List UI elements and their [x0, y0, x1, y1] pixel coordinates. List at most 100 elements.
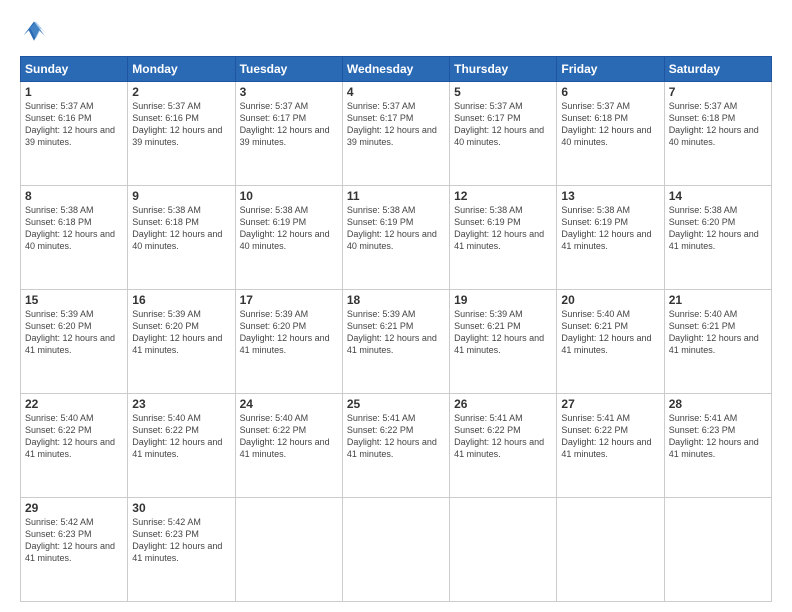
weekday-header-thursday: Thursday	[450, 57, 557, 82]
sunset-label: Sunset: 6:21 PM	[347, 321, 414, 331]
day-info: Sunrise: 5:42 AM Sunset: 6:23 PM Dayligh…	[132, 516, 230, 565]
day-cell: 27 Sunrise: 5:41 AM Sunset: 6:22 PM Dayl…	[557, 394, 664, 498]
day-cell: 9 Sunrise: 5:38 AM Sunset: 6:18 PM Dayli…	[128, 186, 235, 290]
calendar-week-row: 15 Sunrise: 5:39 AM Sunset: 6:20 PM Dayl…	[21, 290, 772, 394]
day-cell: 13 Sunrise: 5:38 AM Sunset: 6:19 PM Dayl…	[557, 186, 664, 290]
sunset-label: Sunset: 6:19 PM	[561, 217, 628, 227]
day-cell: 16 Sunrise: 5:39 AM Sunset: 6:20 PM Dayl…	[128, 290, 235, 394]
sunset-label: Sunset: 6:19 PM	[454, 217, 521, 227]
day-number: 21	[669, 293, 767, 307]
empty-cell	[557, 498, 664, 602]
sunrise-label: Sunrise: 5:37 AM	[132, 101, 201, 111]
daylight-label: Daylight: 12 hours and 41 minutes.	[669, 229, 759, 251]
daylight-label: Daylight: 12 hours and 41 minutes.	[240, 437, 330, 459]
day-info: Sunrise: 5:39 AM Sunset: 6:20 PM Dayligh…	[25, 308, 123, 357]
day-info: Sunrise: 5:38 AM Sunset: 6:20 PM Dayligh…	[669, 204, 767, 253]
weekday-header-tuesday: Tuesday	[235, 57, 342, 82]
sunset-label: Sunset: 6:21 PM	[561, 321, 628, 331]
day-info: Sunrise: 5:37 AM Sunset: 6:18 PM Dayligh…	[669, 100, 767, 149]
sunrise-label: Sunrise: 5:42 AM	[132, 517, 201, 527]
day-number: 17	[240, 293, 338, 307]
day-number: 25	[347, 397, 445, 411]
day-number: 16	[132, 293, 230, 307]
empty-cell	[450, 498, 557, 602]
daylight-label: Daylight: 12 hours and 40 minutes.	[240, 229, 330, 251]
sunset-label: Sunset: 6:23 PM	[25, 529, 92, 539]
daylight-label: Daylight: 12 hours and 41 minutes.	[347, 333, 437, 355]
day-number: 22	[25, 397, 123, 411]
daylight-label: Daylight: 12 hours and 41 minutes.	[132, 541, 222, 563]
sunset-label: Sunset: 6:22 PM	[561, 425, 628, 435]
sunrise-label: Sunrise: 5:39 AM	[347, 309, 416, 319]
sunrise-label: Sunrise: 5:39 AM	[25, 309, 94, 319]
day-info: Sunrise: 5:39 AM Sunset: 6:21 PM Dayligh…	[347, 308, 445, 357]
calendar: SundayMondayTuesdayWednesdayThursdayFrid…	[20, 56, 772, 602]
day-cell: 19 Sunrise: 5:39 AM Sunset: 6:21 PM Dayl…	[450, 290, 557, 394]
day-cell: 11 Sunrise: 5:38 AM Sunset: 6:19 PM Dayl…	[342, 186, 449, 290]
sunset-label: Sunset: 6:17 PM	[240, 113, 307, 123]
day-cell: 4 Sunrise: 5:37 AM Sunset: 6:17 PM Dayli…	[342, 82, 449, 186]
day-info: Sunrise: 5:40 AM Sunset: 6:22 PM Dayligh…	[240, 412, 338, 461]
day-info: Sunrise: 5:41 AM Sunset: 6:22 PM Dayligh…	[347, 412, 445, 461]
daylight-label: Daylight: 12 hours and 41 minutes.	[669, 333, 759, 355]
sunset-label: Sunset: 6:19 PM	[347, 217, 414, 227]
weekday-header-monday: Monday	[128, 57, 235, 82]
day-number: 3	[240, 85, 338, 99]
sunrise-label: Sunrise: 5:38 AM	[454, 205, 523, 215]
daylight-label: Daylight: 12 hours and 41 minutes.	[132, 437, 222, 459]
empty-cell	[664, 498, 771, 602]
weekday-header-row: SundayMondayTuesdayWednesdayThursdayFrid…	[21, 57, 772, 82]
logo	[20, 18, 52, 46]
day-cell: 26 Sunrise: 5:41 AM Sunset: 6:22 PM Dayl…	[450, 394, 557, 498]
sunset-label: Sunset: 6:19 PM	[240, 217, 307, 227]
sunset-label: Sunset: 6:20 PM	[669, 217, 736, 227]
day-number: 11	[347, 189, 445, 203]
calendar-body: 1 Sunrise: 5:37 AM Sunset: 6:16 PM Dayli…	[21, 82, 772, 602]
day-cell: 5 Sunrise: 5:37 AM Sunset: 6:17 PM Dayli…	[450, 82, 557, 186]
sunrise-label: Sunrise: 5:41 AM	[669, 413, 738, 423]
sunrise-label: Sunrise: 5:40 AM	[132, 413, 201, 423]
sunrise-label: Sunrise: 5:37 AM	[669, 101, 738, 111]
day-cell: 8 Sunrise: 5:38 AM Sunset: 6:18 PM Dayli…	[21, 186, 128, 290]
sunset-label: Sunset: 6:20 PM	[25, 321, 92, 331]
sunrise-label: Sunrise: 5:39 AM	[132, 309, 201, 319]
day-info: Sunrise: 5:38 AM Sunset: 6:19 PM Dayligh…	[561, 204, 659, 253]
day-number: 24	[240, 397, 338, 411]
daylight-label: Daylight: 12 hours and 39 minutes.	[132, 125, 222, 147]
sunset-label: Sunset: 6:22 PM	[132, 425, 199, 435]
day-info: Sunrise: 5:39 AM Sunset: 6:20 PM Dayligh…	[132, 308, 230, 357]
day-number: 12	[454, 189, 552, 203]
day-info: Sunrise: 5:41 AM Sunset: 6:22 PM Dayligh…	[454, 412, 552, 461]
day-info: Sunrise: 5:42 AM Sunset: 6:23 PM Dayligh…	[25, 516, 123, 565]
day-cell: 14 Sunrise: 5:38 AM Sunset: 6:20 PM Dayl…	[664, 186, 771, 290]
day-number: 8	[25, 189, 123, 203]
sunrise-label: Sunrise: 5:37 AM	[347, 101, 416, 111]
sunrise-label: Sunrise: 5:38 AM	[240, 205, 309, 215]
sunset-label: Sunset: 6:22 PM	[454, 425, 521, 435]
sunset-label: Sunset: 6:18 PM	[669, 113, 736, 123]
sunset-label: Sunset: 6:20 PM	[132, 321, 199, 331]
sunset-label: Sunset: 6:21 PM	[454, 321, 521, 331]
day-cell: 22 Sunrise: 5:40 AM Sunset: 6:22 PM Dayl…	[21, 394, 128, 498]
day-info: Sunrise: 5:39 AM Sunset: 6:20 PM Dayligh…	[240, 308, 338, 357]
day-number: 30	[132, 501, 230, 515]
day-cell: 2 Sunrise: 5:37 AM Sunset: 6:16 PM Dayli…	[128, 82, 235, 186]
day-info: Sunrise: 5:38 AM Sunset: 6:18 PM Dayligh…	[132, 204, 230, 253]
sunrise-label: Sunrise: 5:38 AM	[25, 205, 94, 215]
sunset-label: Sunset: 6:20 PM	[240, 321, 307, 331]
calendar-week-row: 22 Sunrise: 5:40 AM Sunset: 6:22 PM Dayl…	[21, 394, 772, 498]
day-number: 6	[561, 85, 659, 99]
day-cell: 20 Sunrise: 5:40 AM Sunset: 6:21 PM Dayl…	[557, 290, 664, 394]
day-info: Sunrise: 5:39 AM Sunset: 6:21 PM Dayligh…	[454, 308, 552, 357]
sunset-label: Sunset: 6:21 PM	[669, 321, 736, 331]
day-number: 27	[561, 397, 659, 411]
day-info: Sunrise: 5:41 AM Sunset: 6:23 PM Dayligh…	[669, 412, 767, 461]
day-number: 9	[132, 189, 230, 203]
day-cell: 1 Sunrise: 5:37 AM Sunset: 6:16 PM Dayli…	[21, 82, 128, 186]
day-cell: 25 Sunrise: 5:41 AM Sunset: 6:22 PM Dayl…	[342, 394, 449, 498]
day-number: 26	[454, 397, 552, 411]
sunset-label: Sunset: 6:18 PM	[561, 113, 628, 123]
daylight-label: Daylight: 12 hours and 40 minutes.	[669, 125, 759, 147]
sunrise-label: Sunrise: 5:37 AM	[25, 101, 94, 111]
daylight-label: Daylight: 12 hours and 41 minutes.	[25, 333, 115, 355]
